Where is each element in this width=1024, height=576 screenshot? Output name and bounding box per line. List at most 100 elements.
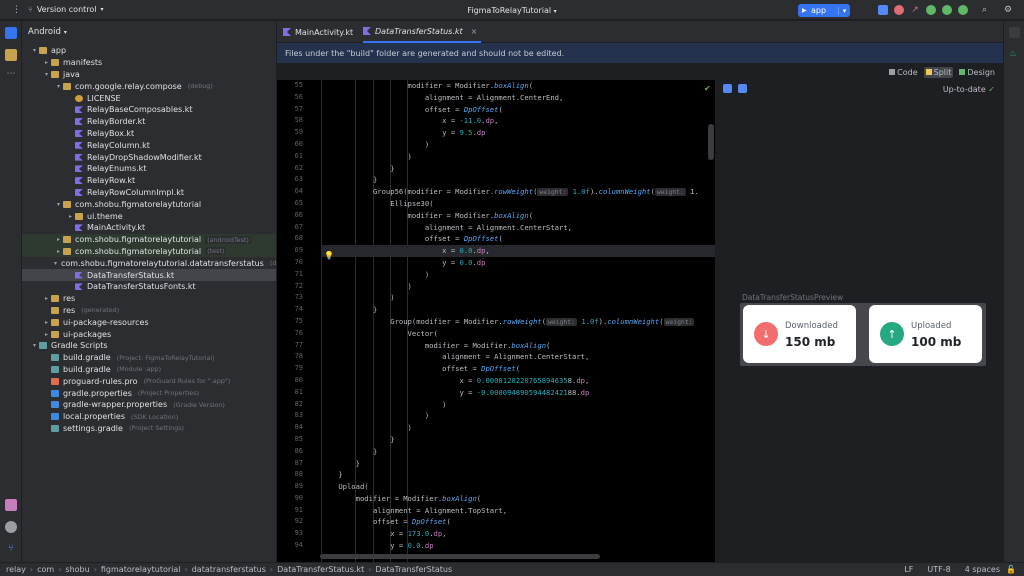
tree-item[interactable]: ▸ ui-packages bbox=[22, 328, 276, 340]
main-menu-icon[interactable]: ⋮ bbox=[12, 5, 21, 15]
code-line[interactable]: ) bbox=[321, 399, 715, 411]
chevron-down-icon[interactable]: ▾ bbox=[54, 83, 63, 90]
breadcrumb-item[interactable]: shobu bbox=[65, 565, 89, 574]
code-line[interactable]: y = 0.0.dp bbox=[321, 257, 715, 269]
code-editor[interactable]: 55 56 57 58 59 60 61 62 63 64 65 66 67 68 69 70 71 72 73 74… bbox=[277, 80, 715, 562]
tree-item[interactable]: LICENSE bbox=[22, 92, 276, 104]
code-line[interactable]: offset = DpOffset( bbox=[321, 233, 715, 245]
code-line[interactable]: } bbox=[321, 163, 715, 175]
chevron-right-icon[interactable]: ▸ bbox=[42, 331, 51, 338]
code-line[interactable]: Group56(modifier = Modifier.rowWeight(we… bbox=[321, 186, 715, 198]
tree-item[interactable]: ▸ com.shobu.figmatorelaytutorial (test) bbox=[22, 245, 276, 258]
chevron-down-icon[interactable]: ▾ bbox=[838, 6, 850, 15]
code-line[interactable]: ) bbox=[321, 410, 715, 422]
tree-item[interactable]: settings.gradle (Project Settings) bbox=[22, 423, 276, 435]
mode-design-button[interactable]: Design bbox=[957, 67, 997, 78]
project-view-selector[interactable]: Android ▾ bbox=[22, 21, 276, 43]
code-line[interactable]: alignment = Alignment.CenterEnd, bbox=[321, 92, 715, 104]
code-line[interactable]: ) bbox=[321, 422, 715, 434]
code-line[interactable]: offset = DpOffset( bbox=[321, 363, 715, 375]
code-line[interactable]: modifier = Modifier.boxAlign( bbox=[321, 493, 715, 505]
settings-icon[interactable]: ⚙ bbox=[1004, 5, 1012, 15]
chevron-down-icon[interactable]: ▾ bbox=[30, 342, 39, 349]
code-line[interactable]: modifier = Modifier.boxAlign( bbox=[321, 340, 715, 352]
code-lines[interactable]: modifier = Modifier.boxAlign( alignment … bbox=[321, 80, 715, 552]
tree-item[interactable]: RelayBorder.kt bbox=[22, 116, 276, 128]
tree-item[interactable]: ▸ res bbox=[22, 293, 276, 305]
code-line[interactable]: y = 0.0.dp bbox=[321, 540, 715, 552]
code-line[interactable]: Ellipse30( bbox=[321, 198, 715, 210]
chevron-down-icon[interactable]: ▾ bbox=[54, 260, 57, 267]
chevron-down-icon[interactable]: ▾ bbox=[54, 201, 63, 208]
notifications-panel-icon[interactable] bbox=[1009, 27, 1020, 38]
code-line[interactable]: ) bbox=[321, 269, 715, 281]
chevron-right-icon[interactable]: ▸ bbox=[54, 236, 63, 243]
tree-item[interactable]: ▾ com.shobu.figmatorelaytutorial.datatran… bbox=[22, 257, 276, 269]
tree-item[interactable]: DataTransferStatusFonts.kt bbox=[22, 281, 276, 293]
chevron-down-icon[interactable]: ▾ bbox=[42, 71, 51, 78]
tree-item[interactable]: RelayBaseComposables.kt bbox=[22, 104, 276, 116]
breadcrumb-item[interactable]: com bbox=[37, 565, 54, 574]
resource-manager-icon[interactable] bbox=[5, 49, 17, 61]
code-line[interactable]: offset = DpOffset( bbox=[321, 516, 715, 528]
code-line[interactable]: x = 0.0.dp, bbox=[321, 245, 715, 257]
bug-icon[interactable] bbox=[894, 5, 904, 15]
tree-item[interactable]: ▸ ui-package-resources bbox=[22, 316, 276, 328]
breadcrumb-item[interactable]: DataTransferStatus bbox=[375, 565, 452, 574]
profiler-icon[interactable] bbox=[942, 5, 952, 15]
code-line[interactable]: ) bbox=[321, 151, 715, 163]
tree-item[interactable]: build.gradle (Module :app) bbox=[22, 364, 276, 376]
code-line[interactable]: x = -11.0.dp, bbox=[321, 115, 715, 127]
code-line[interactable]: x = 173.0.dp, bbox=[321, 528, 715, 540]
sync-icon[interactable] bbox=[926, 5, 936, 15]
notifications-icon[interactable] bbox=[5, 521, 17, 533]
interactive-mode-icon[interactable] bbox=[723, 84, 732, 93]
breadcrumb-item[interactable]: figmatorelaytutorial bbox=[101, 565, 181, 574]
tab-mainactivity[interactable]: MainActivity.kt bbox=[283, 21, 353, 43]
editor-horizontal-scrollbar[interactable] bbox=[320, 554, 600, 559]
tree-item[interactable]: RelayDropShadowModifier.kt bbox=[22, 151, 276, 163]
indent-widget[interactable]: 4 spaces bbox=[965, 565, 1000, 574]
search-icon[interactable]: ⌕ bbox=[982, 5, 987, 15]
attach-debugger-icon[interactable]: ↗ bbox=[910, 5, 920, 15]
code-line[interactable]: } bbox=[321, 174, 715, 186]
tree-item[interactable]: RelayRow.kt bbox=[22, 175, 276, 187]
tree-item[interactable]: RelayBox.kt bbox=[22, 128, 276, 140]
tree-item[interactable]: DataTransferStatus.kt bbox=[22, 269, 276, 281]
gradle-icon[interactable]: ♨ bbox=[1009, 49, 1017, 59]
code-line[interactable]: modifier = Modifier.boxAlign( bbox=[321, 210, 715, 222]
close-icon[interactable]: × bbox=[471, 27, 478, 36]
tree-item[interactable]: ▸ ui.theme bbox=[22, 210, 276, 222]
version-control-widget[interactable]: ⑂ Version control ▾ bbox=[28, 5, 104, 14]
lightbulb-icon[interactable]: 💡 bbox=[324, 251, 334, 260]
code-line[interactable]: Upload( bbox=[321, 481, 715, 493]
code-line[interactable]: alignment = Alignment.CenterStart, bbox=[321, 222, 715, 234]
project-icon[interactable] bbox=[5, 27, 17, 39]
tree-item[interactable]: RelayColumn.kt bbox=[22, 139, 276, 151]
layers-icon[interactable] bbox=[738, 84, 747, 93]
tree-item[interactable]: ▾ java bbox=[22, 69, 276, 81]
chevron-down-icon[interactable]: ▾ bbox=[30, 47, 39, 54]
code-line[interactable]: alignment = Alignment.TopStart, bbox=[321, 505, 715, 517]
chevron-right-icon[interactable]: ▸ bbox=[42, 59, 51, 66]
tree-item[interactable]: build.gradle (Project: FigmaToRelayTutori… bbox=[22, 352, 276, 364]
code-line[interactable]: ) bbox=[321, 292, 715, 304]
code-line[interactable]: } bbox=[321, 469, 715, 481]
tree-item[interactable]: gradle.properties (Project Properties) bbox=[22, 387, 276, 399]
code-line[interactable]: x = 0.00001202207658946358.dp, bbox=[321, 375, 715, 387]
tree-item[interactable]: res (generated) bbox=[22, 305, 276, 317]
chevron-right-icon[interactable]: ▸ bbox=[66, 213, 75, 220]
code-line[interactable]: ) bbox=[321, 139, 715, 151]
chevron-right-icon[interactable]: ▸ bbox=[54, 248, 63, 255]
more-icon[interactable]: ⋯ bbox=[5, 69, 17, 81]
code-line[interactable]: ) bbox=[321, 281, 715, 293]
tree-item[interactable]: RelayEnums.kt bbox=[22, 163, 276, 175]
mode-split-button[interactable]: Split bbox=[923, 66, 954, 78]
code-line[interactable]: y = 9.5.dp bbox=[321, 127, 715, 139]
tab-datatransferstatus[interactable]: DataTransferStatus.kt × bbox=[363, 21, 482, 43]
no-problems-check-icon[interactable]: ✔ bbox=[704, 84, 711, 93]
tree-item[interactable]: gradle-wrapper.properties (Gradle Version… bbox=[22, 399, 276, 411]
tree-item[interactable]: proguard-rules.pro (ProGuard Rules for ":… bbox=[22, 375, 276, 387]
code-line[interactable]: alignment = Alignment.CenterStart, bbox=[321, 351, 715, 363]
lock-icon[interactable]: 🔓 bbox=[1006, 565, 1016, 574]
